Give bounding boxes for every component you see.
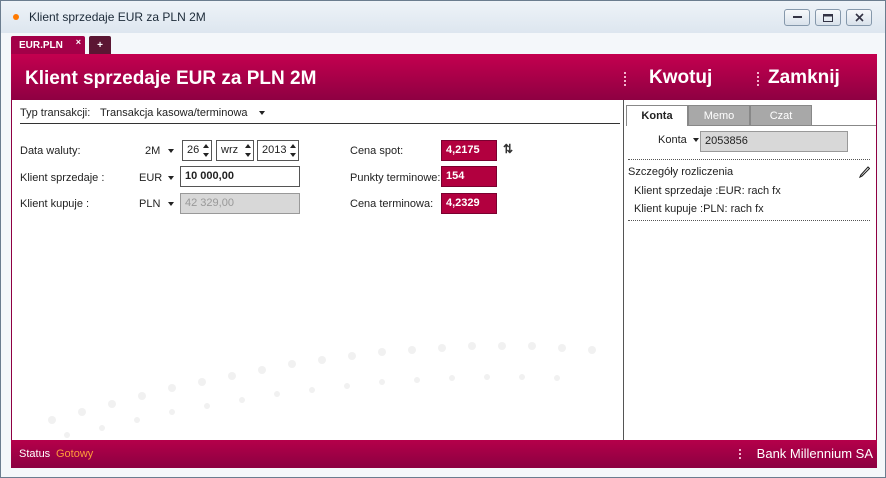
- tab-accounts[interactable]: Konta: [626, 105, 688, 126]
- dotted-divider: [628, 159, 870, 160]
- settlement-title: Szczegóły rozliczenia: [628, 166, 734, 178]
- quote-button[interactable]: Kwotuj: [649, 67, 712, 89]
- header-separator: [624, 72, 626, 86]
- transaction-type-label: Typ transakcji:: [20, 107, 91, 119]
- transaction-type-select[interactable]: Transakcja kasowa/terminowa: [100, 107, 248, 119]
- sell-currency-select[interactable]: EUR: [139, 172, 162, 184]
- new-tab-button[interactable]: +: [89, 36, 111, 54]
- minimize-icon: [792, 16, 802, 18]
- maximize-button[interactable]: [815, 9, 841, 26]
- client-sells-label: Klient sprzedaje :: [20, 172, 105, 184]
- spinner-icon[interactable]: [245, 143, 251, 158]
- minimize-button[interactable]: [784, 9, 810, 26]
- tab-underline: [688, 125, 876, 126]
- deal-body: Typ transakcji: Transakcja kasowa/termin…: [11, 100, 877, 440]
- app-window: Klient sprzedaje EUR za PLN 2M EUR.PLN ×…: [0, 0, 886, 478]
- pencil-icon[interactable]: [859, 166, 870, 179]
- refresh-icon[interactable]: ⇅: [503, 142, 513, 156]
- settlement-line-buy: Klient kupuje :PLN: rach fx: [634, 203, 764, 215]
- chevron-down-icon[interactable]: [168, 149, 174, 153]
- day-value: 26: [187, 144, 200, 156]
- deal-form-pane: Typ transakcji: Transakcja kasowa/termin…: [12, 100, 623, 440]
- forward-points-label: Punkty terminowe:: [350, 172, 441, 184]
- tenor-select[interactable]: 2M: [145, 145, 160, 157]
- bank-logo-text: Bank Millennium SA: [756, 446, 873, 461]
- status-label: Status: [19, 448, 51, 460]
- day-stepper[interactable]: 26: [182, 140, 212, 161]
- buy-amount-input: 42 329,00: [180, 193, 300, 214]
- status-value: Gotowy: [56, 448, 94, 460]
- header-separator: [757, 72, 759, 86]
- chevron-down-icon[interactable]: [259, 111, 265, 115]
- account-input[interactable]: 2053856: [700, 131, 848, 152]
- tab-close-icon[interactable]: ×: [76, 37, 81, 47]
- year-value: 2013: [262, 144, 287, 156]
- client-buys-label: Klient kupuje :: [20, 198, 90, 210]
- year-stepper[interactable]: 2013: [257, 140, 299, 161]
- value-date-label: Data waluty:: [20, 145, 81, 157]
- spot-price-value: 4,2175: [441, 140, 497, 161]
- buy-currency-select[interactable]: PLN: [139, 198, 160, 210]
- tab-eur-pln[interactable]: EUR.PLN ×: [11, 36, 85, 54]
- forward-points-value: 154: [441, 166, 497, 187]
- spot-price-label: Cena spot:: [350, 145, 404, 157]
- tab-label: EUR.PLN: [19, 39, 63, 51]
- tab-chat[interactable]: Czat: [750, 105, 812, 126]
- window-title: Klient sprzedaje EUR za PLN 2M: [29, 10, 206, 24]
- title-bar: Klient sprzedaje EUR za PLN 2M: [1, 1, 885, 33]
- transaction-type-row: Typ transakcji: Transakcja kasowa/termin…: [20, 106, 620, 124]
- account-label: Konta: [658, 134, 687, 146]
- close-deal-button[interactable]: Zamknij: [768, 67, 840, 89]
- chevron-down-icon[interactable]: [693, 138, 699, 142]
- settlement-line-sell: Klient sprzedaje :EUR: rach fx: [634, 185, 781, 197]
- chevron-down-icon[interactable]: [168, 176, 174, 180]
- status-separator: [739, 449, 741, 459]
- month-value: wrz: [221, 144, 239, 156]
- details-pane: Konta Memo Czat Konta 2053856 Szczegóły …: [624, 100, 877, 440]
- forward-price-label: Cena terminowa:: [350, 198, 434, 210]
- deal-header: Klient sprzedaje EUR za PLN 2M Kwotuj Za…: [11, 54, 877, 100]
- close-icon: [854, 13, 864, 22]
- deal-title: Klient sprzedaje EUR za PLN 2M: [25, 68, 317, 89]
- spinner-icon[interactable]: [203, 143, 209, 158]
- month-stepper[interactable]: wrz: [216, 140, 254, 161]
- sell-amount-input[interactable]: 10 000,00: [180, 166, 300, 187]
- tab-memo[interactable]: Memo: [688, 105, 750, 126]
- maximize-icon: [823, 13, 833, 22]
- spinner-icon[interactable]: [290, 143, 296, 158]
- forward-price-value: 4,2329: [441, 193, 497, 214]
- close-window-button[interactable]: [846, 9, 872, 26]
- status-bar: Status Gotowy Bank Millennium SA: [11, 440, 877, 468]
- app-icon: [13, 14, 19, 20]
- dotted-divider: [628, 220, 870, 221]
- chevron-down-icon[interactable]: [168, 202, 174, 206]
